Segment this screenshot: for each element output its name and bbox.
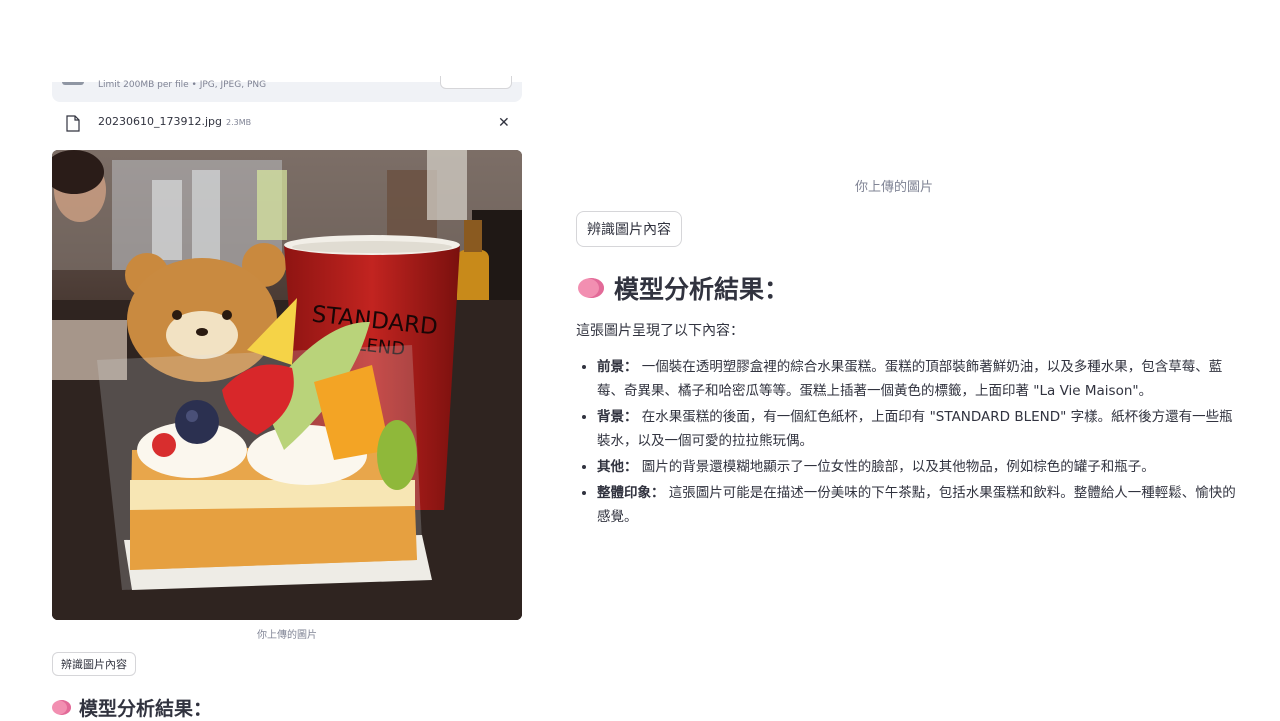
item-text: 一個裝在透明塑膠盒裡的綜合水果蛋糕。蛋糕的頂部裝飾著鮮奶油，以及多種水果，包含草… — [597, 359, 1223, 399]
results-heading: 模型分析結果： — [578, 270, 789, 306]
item-label: 前景： — [597, 359, 638, 375]
file-name-text: 20230610_173912.jpg — [98, 115, 222, 128]
item-text: 圖片的背景還模糊地顯示了一位女性的臉部，以及其他物品，例如棕色的罐子和瓶子。 — [641, 459, 1155, 475]
cake-photo-svg: STANDARD BLEND — [52, 150, 522, 620]
list-item: 整體印象： 這張圖片可能是在描述一份美味的下午茶點，包括水果蛋糕和飲料。整體給人… — [597, 481, 1237, 529]
left-panel: Limit 200MB per file • JPG, JPEG, PNG 20… — [52, 0, 522, 720]
file-size: 2.3MB — [226, 118, 252, 127]
right-panel: 你上傳的圖片 辨識圖片內容 模型分析結果： 這張圖片呈現了以下內容： 前景： 一… — [576, 0, 1236, 720]
image-caption: 你上傳的圖片 — [854, 180, 933, 195]
item-label: 背景： — [597, 409, 638, 425]
item-label: 整體印象： — [597, 485, 665, 501]
file-icon — [66, 115, 80, 132]
results-heading: 模型分析結果： — [52, 694, 212, 721]
recognize-image-button[interactable]: 辨識圖片內容 — [52, 652, 136, 676]
brain-icon — [52, 700, 71, 715]
file-dropzone[interactable]: Limit 200MB per file • JPG, JPEG, PNG — [52, 76, 522, 102]
results-list: 前景： 一個裝在透明塑膠盒裡的綜合水果蛋糕。蛋糕的頂部裝飾著鮮奶油，以及多種水果… — [576, 355, 1237, 531]
list-item: 前景： 一個裝在透明塑膠盒裡的綜合水果蛋糕。蛋糕的頂部裝飾著鮮奶油，以及多種水果… — [597, 355, 1237, 403]
item-text: 在水果蛋糕的後面，有一個紅色紙杯，上面印有 "STANDARD BLEND" 字… — [597, 409, 1233, 449]
results-heading-text: 模型分析結果： — [79, 698, 213, 720]
item-text: 這張圖片可能是在描述一份美味的下午茶點，包括水果蛋糕和飲料。整體給人一種輕鬆、愉… — [597, 485, 1236, 525]
browse-files-button[interactable] — [440, 76, 512, 89]
image-caption: 你上傳的圖片 — [257, 630, 317, 641]
cloud-upload-icon — [62, 82, 84, 85]
uploaded-file-row: 20230610_173912.jpg 2.3MB ✕ — [52, 112, 522, 136]
close-icon[interactable]: ✕ — [498, 115, 510, 131]
recognize-image-button[interactable]: 辨識圖片內容 — [576, 211, 682, 247]
uploaded-image: STANDARD BLEND — [52, 150, 522, 620]
list-item: 背景： 在水果蛋糕的後面，有一個紅色紙杯，上面印有 "STANDARD BLEN… — [597, 405, 1237, 453]
file-name: 20230610_173912.jpg 2.3MB — [98, 115, 251, 128]
brain-icon — [578, 278, 604, 298]
results-heading-text: 模型分析結果： — [614, 275, 790, 304]
list-item: 其他： 圖片的背景還模糊地顯示了一位女性的臉部，以及其他物品，例如棕色的罐子和瓶… — [597, 455, 1237, 479]
results-intro: 這張圖片呈現了以下內容： — [576, 323, 744, 339]
item-label: 其他： — [597, 459, 638, 475]
upload-limit-text: Limit 200MB per file • JPG, JPEG, PNG — [98, 80, 267, 90]
